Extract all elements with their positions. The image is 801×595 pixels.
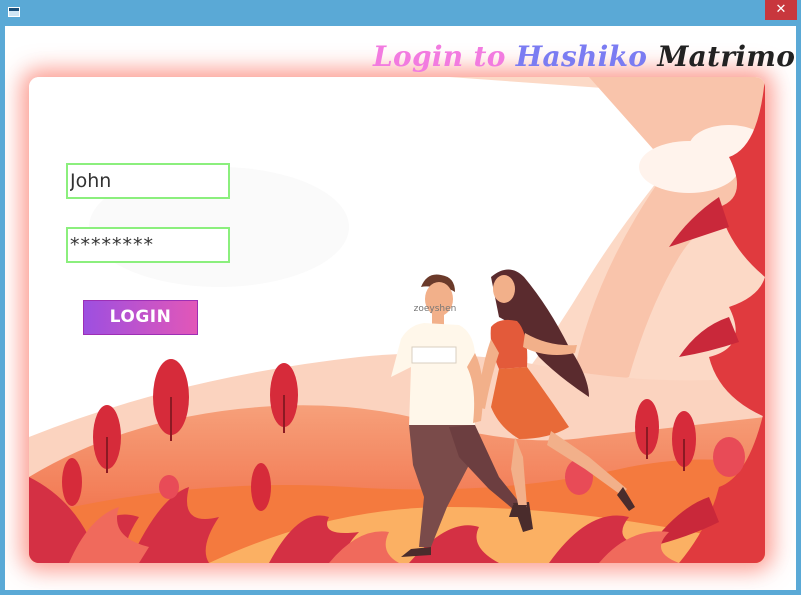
client-area: zoeyshen Login to Hashiko Matrimonial LO… <box>5 26 796 590</box>
page-title: Login to Hashiko Matrimonial <box>373 40 796 73</box>
username-input[interactable] <box>66 163 230 199</box>
password-input[interactable] <box>66 227 230 263</box>
close-button[interactable]: ✕ <box>765 0 797 20</box>
title-bar[interactable]: ✕ <box>0 0 801 26</box>
shirt-print-text: zoeyshen <box>413 304 457 314</box>
login-button[interactable]: LOGIN <box>83 300 198 335</box>
title-part-matrimonial: Matrimonial <box>657 40 796 73</box>
app-window: ✕ zoeyshen Login to Hashiko Matrimo John… <box>0 0 801 595</box>
title-part-login: Login to <box>373 40 516 73</box>
window-app-icon[interactable] <box>8 7 20 17</box>
title-part-hashiko: Hashiko <box>515 40 658 73</box>
